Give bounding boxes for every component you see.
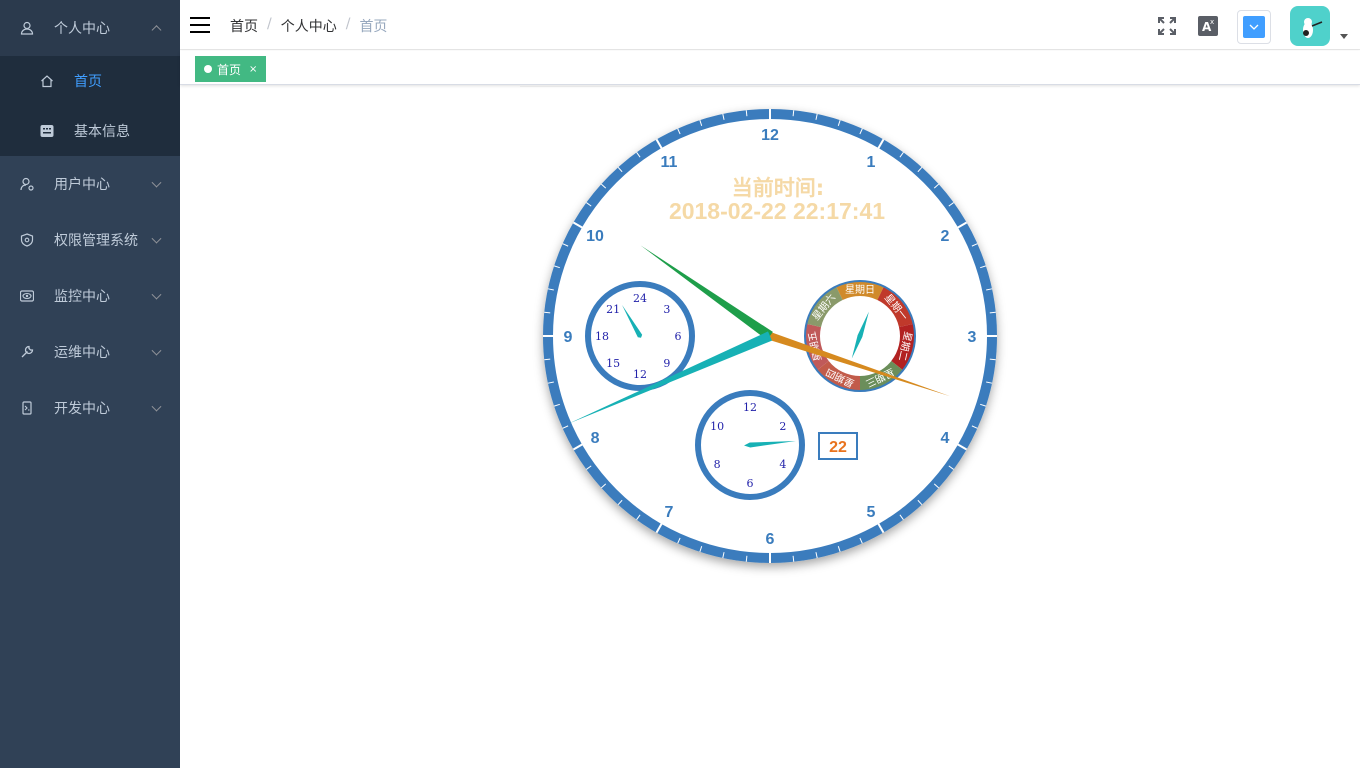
clock-tick (544, 358, 551, 361)
chevron-down-icon (151, 177, 162, 188)
menu-label: 个人中心 (54, 21, 110, 37)
submenu-label: 基本信息 (74, 124, 130, 140)
chevron-down-icon (151, 345, 162, 356)
subdial-12-number: 10 (710, 420, 724, 433)
menu-permission-system[interactable]: 权限管理系统 (0, 212, 180, 268)
menu-label: 开发中心 (54, 401, 110, 417)
chevron-down-icon (151, 233, 162, 244)
avatar[interactable] (1290, 6, 1330, 46)
sidebar: 个人中心 首页 基本信息 用户中心 权限管理系统 监控中心 运维中心 开发中心 (0, 0, 180, 768)
breadcrumb-personal-center[interactable]: 个人中心 (281, 16, 337, 36)
tag-home[interactable]: 首页 × (195, 56, 267, 82)
clock-tick (792, 110, 795, 117)
menu-user-center[interactable]: 用户中心 (0, 156, 180, 212)
breadcrumb-current: 首页 (359, 19, 388, 35)
hour-number: 9 (564, 329, 573, 346)
subdial-24h-number: 9 (663, 357, 670, 370)
submenu: 首页 基本信息 (0, 56, 180, 156)
hour-number: 12 (761, 127, 779, 144)
translate-icon[interactable]: Ax (1198, 16, 1218, 40)
clock-tick (989, 311, 996, 314)
subdial-24h-number: 18 (595, 330, 609, 343)
subdial-24h-number: 15 (606, 357, 620, 370)
breadcrumb: 首页 / 个人中心 / 首页 (230, 16, 388, 36)
hour-number: 5 (867, 504, 876, 521)
menu-label: 权限管理系统 (54, 233, 138, 249)
breadcrumb-home[interactable]: 首页 (230, 16, 258, 36)
chevron-up-icon (151, 25, 162, 36)
tag-label: 首页 (217, 62, 242, 77)
hour-number: 3 (968, 329, 977, 346)
caret-down-icon[interactable] (1340, 34, 1348, 39)
subdial-12-number: 4 (779, 458, 786, 471)
menu-personal-center[interactable]: 个人中心 (0, 0, 180, 56)
subdial-12-number: 8 (714, 458, 721, 471)
clock-tick (745, 110, 748, 117)
hour-number: 7 (665, 504, 674, 521)
clock-tick (745, 555, 748, 562)
subdial-24h-number: 6 (675, 330, 682, 343)
wrench-icon (20, 345, 34, 359)
right-menu: Ax (1140, 0, 1360, 50)
menu-label: 用户中心 (54, 177, 110, 193)
subdial-12-number: 12 (743, 401, 757, 414)
user-manage-icon (20, 177, 34, 191)
subdial-24h-number: 21 (606, 303, 620, 316)
home-icon (40, 74, 54, 88)
menu-ops-center[interactable]: 运维中心 (0, 324, 180, 380)
time-caption-value: 2018-02-22 22:17:41 (669, 198, 885, 224)
clock-tick (989, 358, 996, 361)
clock-face: 121234567891011当前时间:2018-02-22 22:17:412… (543, 109, 997, 563)
subdial-12-number: 2 (779, 420, 786, 433)
active-dot-icon (204, 65, 212, 73)
subdial-24h-number: 12 (633, 368, 647, 381)
chevron-down-icon (151, 401, 162, 412)
menu-dev-center[interactable]: 开发中心 (0, 380, 180, 436)
clock-tick (544, 311, 551, 314)
hour-number: 4 (940, 430, 949, 447)
shield-icon (20, 233, 34, 247)
navbar: 首页 / 个人中心 / 首页 Ax (180, 0, 1360, 50)
code-icon (20, 401, 34, 415)
tags-view: 首页 × (180, 51, 1360, 85)
close-icon[interactable]: × (249, 64, 257, 75)
hour-number: 6 (766, 531, 775, 548)
time-caption-label: 当前时间: (732, 176, 824, 200)
hour-number: 1 (867, 154, 876, 171)
clock-tick (792, 555, 795, 562)
subdial-12-number: 6 (747, 477, 754, 490)
hour-number: 8 (591, 430, 600, 447)
fullscreen-icon[interactable] (1157, 16, 1177, 40)
submenu-item-basic-info[interactable]: 基本信息 (0, 106, 180, 156)
keyboard-icon (40, 124, 54, 138)
hamburger-menu-icon[interactable] (190, 17, 210, 33)
hour-number: 11 (661, 154, 678, 171)
date-box-value: 22 (829, 439, 847, 456)
submenu-label: 首页 (74, 74, 102, 90)
size-select-dropdown[interactable] (1237, 10, 1271, 44)
main-content: 12 1 2 3 4 5 6 7 8 9 10 11 当前时间: 2018-02-22 22:17:41 2… (180, 86, 1360, 768)
svg-text:x: x (1210, 18, 1214, 26)
submenu-item-home[interactable]: 首页 (0, 56, 180, 106)
subdial-24h-number: 24 (633, 292, 647, 305)
user-icon (20, 21, 34, 35)
menu-monitor-center[interactable]: 监控中心 (0, 268, 180, 324)
chevron-down-icon (151, 289, 162, 300)
menu-label: 运维中心 (54, 345, 110, 361)
chevron-down-icon (1243, 16, 1265, 38)
menu-label: 监控中心 (54, 289, 110, 305)
hour-number: 10 (586, 228, 604, 245)
subdial-24h-number: 3 (663, 303, 670, 316)
weekday-label: 星期日 (845, 284, 875, 296)
analog-clock: 12 1 2 3 4 5 6 7 8 9 10 11 当前时间: 2018-02-22 22:17:41 2… (520, 86, 1020, 586)
eye-icon (20, 289, 34, 303)
hour-number: 2 (940, 228, 949, 245)
